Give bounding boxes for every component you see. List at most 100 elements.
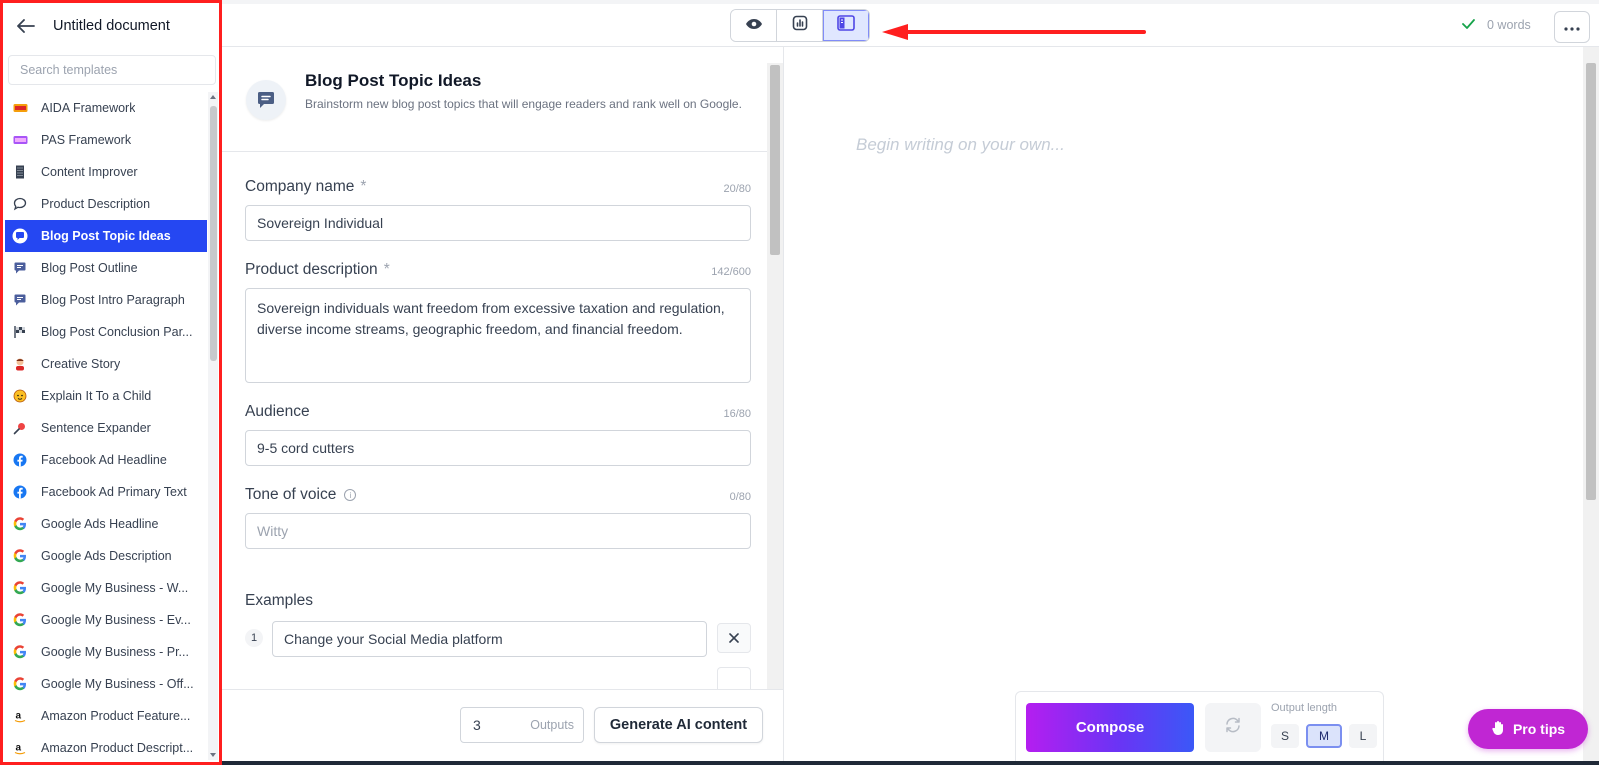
template-description: Brainstorm new blog post topics that wil… <box>305 97 742 111</box>
sidebar-item-blog-post-outline[interactable]: Blog Post Outline <box>3 252 207 284</box>
sidebar-item-label: Amazon Product Feature... <box>41 709 191 723</box>
sidebar-item-google-ads-description[interactable]: Google Ads Description <box>3 540 207 572</box>
outputs-label: Outputs <box>530 718 574 732</box>
sidebar-scrollbar[interactable] <box>208 92 218 760</box>
scroll-up-arrow-icon[interactable] <box>210 95 216 99</box>
preview-button[interactable] <box>731 10 777 41</box>
sidebar-layout-icon <box>837 15 855 36</box>
speech-bubble-icon <box>12 196 28 212</box>
sidebar-item-label: Facebook Ad Headline <box>41 453 167 467</box>
sidebar-item-label: Product Description <box>41 197 151 211</box>
sidebar-item-blog-post-intro-paragraph[interactable]: Blog Post Intro Paragraph <box>3 284 207 316</box>
sidebar-item-label: Blog Post Outline <box>41 261 138 275</box>
sidebar-item-label: Google My Business - W... <box>41 581 189 595</box>
checkmark-icon <box>1462 18 1475 32</box>
more-options-button[interactable] <box>1554 11 1590 43</box>
sidebar-item-aida-framework[interactable]: AIDA Framework <box>3 92 207 124</box>
example-number: 1 <box>245 629 263 647</box>
company-name-input[interactable]: Sovereign Individual <box>245 205 751 241</box>
bottom-edge <box>222 761 1599 765</box>
editor-panel[interactable]: Begin writing on your own... <box>784 47 1583 765</box>
red-annotation-arrow <box>882 24 1146 40</box>
length-small-button[interactable]: S <box>1271 724 1299 748</box>
sidebar-item-google-my-business-off[interactable]: Google My Business - Off... <box>3 668 207 700</box>
sidebar-item-blog-post-conclusion-par[interactable]: Blog Post Conclusion Par... <box>3 316 207 348</box>
app-root: Untitled document AIDA Framework PAS Fram… <box>0 0 1599 765</box>
sidebar-item-google-my-business-ev[interactable]: Google My Business - Ev... <box>3 604 207 636</box>
sidebar-item-google-my-business-w[interactable]: Google My Business - W... <box>3 572 207 604</box>
audience-label: Audience <box>245 403 310 420</box>
sidebar-item-label: Facebook Ad Primary Text <box>41 485 187 499</box>
blog-chat-icon <box>12 260 28 276</box>
sidebar-item-creative-story[interactable]: Creative Story <box>3 348 207 380</box>
editor-scrollbar-thumb[interactable] <box>1586 63 1596 500</box>
pro-tips-label: Pro tips <box>1512 721 1566 737</box>
required-marker: * <box>360 178 367 195</box>
generate-ai-content-button[interactable]: Generate AI content <box>594 707 763 743</box>
scroll-down-arrow-icon[interactable] <box>210 753 216 757</box>
editor-placeholder[interactable]: Begin writing on your own... <box>856 135 1065 155</box>
tone-of-voice-input[interactable]: Witty <box>245 513 751 549</box>
sidebar-item-label: Amazon Product Descript... <box>41 741 194 755</box>
hand-icon <box>1491 720 1506 739</box>
sidebar-item-label: Sentence Expander <box>41 421 151 435</box>
sidebar-item-sentence-expander[interactable]: Sentence Expander <box>3 412 207 444</box>
info-icon[interactable]: i <box>344 489 357 501</box>
sidebar-item-label: Blog Post Topic Ideas <box>41 229 171 243</box>
product-description-textarea[interactable]: Sovereign individuals want freedom from … <box>245 288 751 383</box>
sidebar-item-amazon-product-descript[interactable]: a Amazon Product Descript... <box>3 732 207 762</box>
chart-view-button[interactable] <box>777 10 823 41</box>
word-count: 0 words <box>1462 18 1531 32</box>
sidebar-item-content-improver[interactable]: Content Improver <box>3 156 207 188</box>
sidebar-item-blog-post-topic-ideas[interactable]: Blog Post Topic Ideas <box>5 220 207 252</box>
regenerate-button[interactable] <box>1205 703 1261 752</box>
close-icon <box>729 630 739 646</box>
sidebar-item-facebook-ad-primary-text[interactable]: Facebook Ad Primary Text <box>3 476 207 508</box>
length-large-button[interactable]: L <box>1349 724 1377 748</box>
product-description-count: 142/600 <box>711 266 751 278</box>
compose-button[interactable]: Compose <box>1026 703 1194 752</box>
remove-example-button[interactable] <box>717 623 751 653</box>
template-form-panel: Blog Post Topic Ideas Brainstorm new blo… <box>222 47 783 689</box>
company-name-label-text: Company name <box>245 178 355 195</box>
google-icon <box>12 516 28 532</box>
top-toolbar: 0 words <box>222 0 1599 47</box>
length-medium-button[interactable]: M <box>1306 724 1342 748</box>
product-description-label-text: Product description <box>245 261 378 278</box>
google-icon <box>12 548 28 564</box>
output-length-selector: S M L <box>1271 724 1384 748</box>
pro-tips-button[interactable]: Pro tips <box>1468 709 1588 749</box>
sidebar-item-label: Google My Business - Pr... <box>41 645 189 659</box>
example-input[interactable]: Change your Social Media platform <box>272 621 707 657</box>
document-title[interactable]: Untitled document <box>53 18 170 34</box>
sidebar-item-google-my-business-pr[interactable]: Google My Business - Pr... <box>3 636 207 668</box>
sidebar-item-facebook-ad-headline[interactable]: Facebook Ad Headline <box>3 444 207 476</box>
sidebar-layout-button[interactable] <box>823 10 869 41</box>
chart-icon <box>792 15 808 36</box>
baby-face-icon <box>12 388 28 404</box>
required-marker: * <box>383 261 390 278</box>
sidebar-item-product-description[interactable]: Product Description <box>3 188 207 220</box>
outputs-input[interactable]: 3 Outputs <box>460 707 584 743</box>
example-row: 1 Change your Social Media platform <box>245 621 751 657</box>
tone-of-voice-field: Tone of voice i 0/80 Witty <box>245 486 751 549</box>
back-arrow-icon[interactable] <box>15 15 37 37</box>
audience-input[interactable]: 9-5 cord cutters <box>245 430 751 466</box>
sidebar-item-amazon-product-feature[interactable]: a Amazon Product Feature... <box>3 700 207 732</box>
sidebar-item-pas-framework[interactable]: PAS Framework <box>3 124 207 156</box>
sidebar-item-explain-it-to-a-child[interactable]: Explain It To a Child <box>3 380 207 412</box>
editor-scrollbar[interactable] <box>1583 47 1599 765</box>
person-icon <box>12 356 28 372</box>
outputs-value: 3 <box>473 717 481 733</box>
amazon-icon: a <box>12 740 28 756</box>
sidebar-item-google-ads-headline[interactable]: Google Ads Headline <box>3 508 207 540</box>
sidebar-item-label: AIDA Framework <box>41 101 136 115</box>
next-example-button-partial[interactable] <box>717 667 751 689</box>
template-search-input[interactable] <box>8 55 216 85</box>
sidebar-item-label: Creative Story <box>41 357 121 371</box>
form-scrollbar-thumb[interactable] <box>770 65 780 255</box>
magnifier-icon <box>12 420 28 436</box>
form-scrollbar[interactable] <box>767 63 783 689</box>
scrollbar-thumb[interactable] <box>210 106 217 361</box>
output-length-label: Output length <box>1271 702 1338 714</box>
